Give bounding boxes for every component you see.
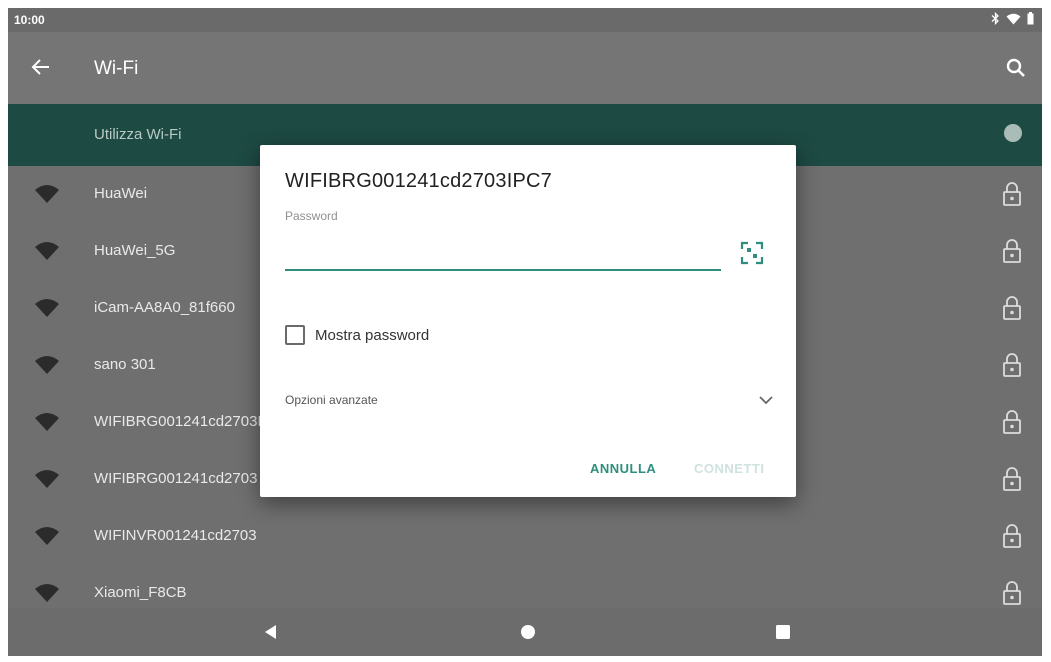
connect-button[interactable]: CONNETTI	[694, 461, 764, 476]
advanced-options-row[interactable]: Opzioni avanzate	[285, 387, 775, 415]
lock-icon	[1002, 295, 1022, 321]
recents-square-icon[interactable]	[773, 622, 793, 642]
app-bar: Wi-Fi	[8, 32, 1042, 104]
wifi-signal-icon	[34, 583, 60, 603]
network-name: WIFINVR001241cd2703	[94, 527, 257, 544]
bluetooth-icon	[991, 11, 1000, 28]
cancel-button[interactable]: ANNULLA	[590, 461, 656, 476]
wifi-signal-icon	[34, 469, 60, 489]
search-icon[interactable]	[1004, 56, 1028, 80]
network-name: HuaWei_5G	[94, 242, 176, 259]
lock-icon	[1002, 409, 1022, 435]
wifi-signal-icon	[34, 412, 60, 432]
wifi-password-dialog: WIFIBRG001241cd2703IPC7 Password Mostra …	[260, 145, 796, 497]
password-input[interactable]	[285, 227, 721, 271]
wifi-icon	[1006, 13, 1021, 28]
dialog-title: WIFIBRG001241cd2703IPC7	[285, 170, 552, 192]
show-password-label: Mostra password	[315, 326, 430, 344]
wifi-signal-icon	[34, 241, 60, 261]
wifi-toggle-switch[interactable]	[1004, 124, 1022, 142]
lock-icon	[1002, 523, 1022, 549]
wifi-signal-icon	[34, 355, 60, 375]
status-time: 10:00	[14, 13, 45, 27]
wifi-signal-icon	[34, 298, 60, 318]
network-item[interactable]: WIFINVR001241cd2703	[8, 508, 1042, 565]
lock-icon	[1002, 466, 1022, 492]
android-screen: 10:00 Wi-Fi Utilizza Wi-Fi HuaWei HuaWei…	[8, 8, 1042, 656]
network-name: HuaWei	[94, 185, 148, 202]
lock-icon	[1002, 352, 1022, 378]
page-title: Wi-Fi	[94, 58, 139, 79]
network-name: iCam-AA8A0_81f660	[94, 299, 235, 316]
home-circle-icon[interactable]	[518, 622, 538, 642]
back-triangle-icon[interactable]	[261, 622, 281, 642]
arrow-left-icon[interactable]	[28, 54, 54, 80]
network-name: sano 301	[94, 356, 156, 373]
show-password-checkbox[interactable]	[285, 325, 305, 345]
lock-icon	[1002, 238, 1022, 264]
navigation-bar	[8, 608, 1042, 656]
wifi-toggle-label: Utilizza Wi-Fi	[94, 126, 182, 143]
show-password-toggle[interactable]: Mostra password	[285, 325, 429, 345]
chevron-down-icon[interactable]	[757, 391, 775, 409]
status-bar: 10:00	[8, 8, 1042, 32]
password-label: Password	[285, 209, 338, 223]
battery-icon	[1027, 12, 1034, 28]
status-icons	[991, 11, 1034, 28]
lock-icon	[1002, 181, 1022, 207]
wifi-signal-icon	[34, 184, 60, 204]
network-name: WIFIBRG001241cd2703	[94, 470, 258, 487]
wifi-signal-icon	[34, 526, 60, 546]
qr-scan-icon[interactable]	[740, 241, 764, 265]
lock-icon	[1002, 580, 1022, 606]
advanced-options-label: Opzioni avanzate	[285, 393, 378, 407]
network-name: Xiaomi_F8CB	[94, 584, 187, 601]
